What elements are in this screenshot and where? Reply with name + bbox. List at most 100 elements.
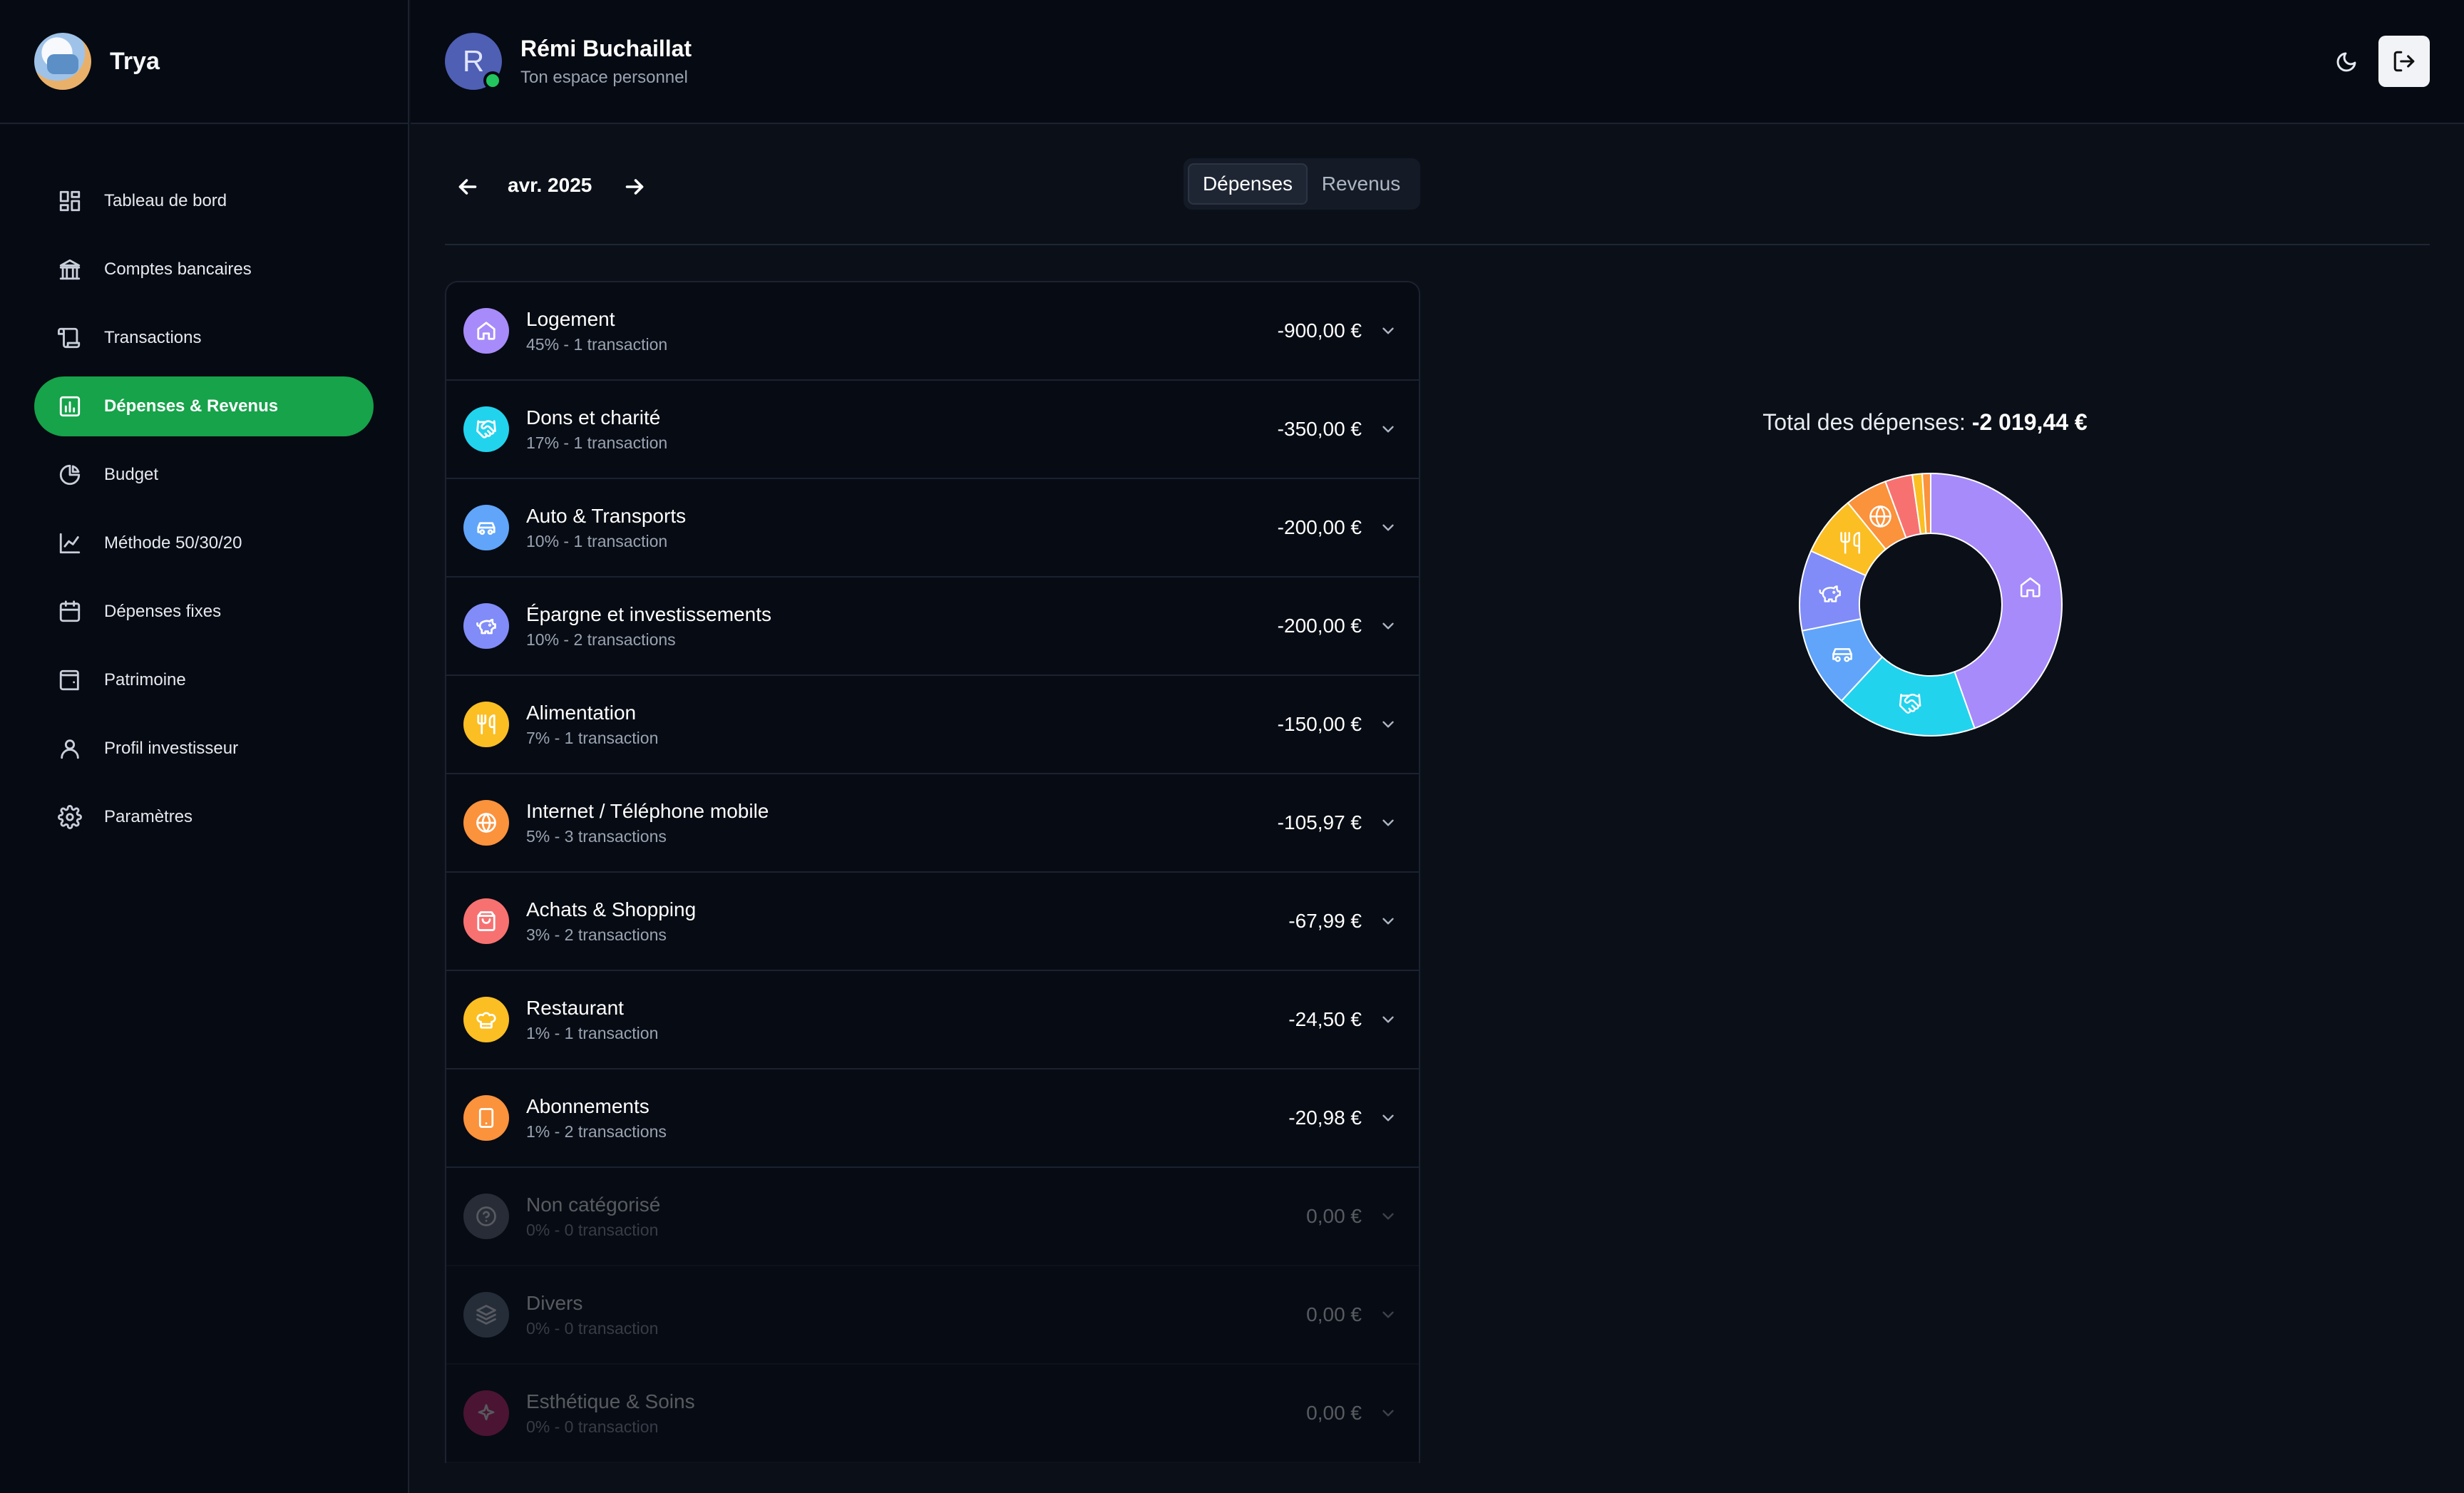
category-meta: 7% - 1 transaction [526, 728, 659, 747]
sparkles-icon [478, 1404, 495, 1421]
category-icon [463, 997, 509, 1042]
top-header: R Rémi Buchaillat Ton espace personnel [411, 0, 2464, 124]
chevron-down-icon [1382, 622, 1394, 630]
expand-chevron[interactable] [1377, 1107, 1399, 1129]
category-icon [463, 702, 509, 747]
expand-chevron[interactable] [1377, 1009, 1399, 1030]
sidebar-item-comptes-bancaires[interactable]: Comptes bancaires [34, 240, 374, 299]
sidebar-item-label: Dépenses & Revenus [104, 396, 279, 416]
category-text: Épargne et investissements 10% - 2 trans… [526, 603, 1278, 650]
sidebar-item-label: Méthode 50/30/20 [104, 533, 242, 553]
bar-chart-icon [57, 394, 83, 419]
category-row[interactable]: Alimentation 7% - 1 transaction -150,00 … [446, 676, 1419, 774]
sidebar-item-label: Profil investisseur [104, 739, 239, 758]
chevron-down-icon [1382, 327, 1394, 334]
category-amount: -900,00 € [1277, 319, 1362, 342]
moon-icon [2336, 52, 2356, 72]
chevron-down-icon [1382, 426, 1394, 433]
brand-name: Trya [110, 47, 160, 75]
sidebar-item-budget[interactable]: Budget [34, 445, 374, 505]
category-amount: 0,00 € [1306, 1205, 1362, 1227]
category-row[interactable]: Épargne et investissements 10% - 2 trans… [446, 578, 1419, 676]
category-row[interactable]: Esthétique & Soins 0% - 0 transaction 0,… [446, 1365, 1419, 1463]
total-label: Total des dépenses: [1762, 409, 1966, 435]
sidebar-item-parametres[interactable]: Paramètres [34, 787, 374, 847]
expand-chevron[interactable] [1377, 517, 1399, 538]
expand-chevron[interactable] [1377, 714, 1399, 735]
tab-expenses[interactable]: Dépenses [1188, 163, 1308, 205]
category-text: Esthétique & Soins 0% - 0 transaction [526, 1390, 1306, 1437]
total-value: -2 019,44 € [1971, 409, 2088, 435]
category-meta: 17% - 1 transaction [526, 433, 668, 452]
online-status-dot [483, 71, 502, 90]
category-meta: 10% - 2 transactions [526, 630, 676, 649]
arrow-left-icon [458, 179, 477, 195]
expand-chevron[interactable] [1377, 812, 1399, 833]
category-amount: 0,00 € [1306, 1402, 1362, 1424]
next-month-button[interactable] [619, 171, 650, 202]
sidebar-item-methode-50-30-20[interactable]: Méthode 50/30/20 [34, 513, 374, 573]
category-name: Logement [526, 307, 615, 330]
category-name: Achats & Shopping [526, 898, 697, 920]
category-row[interactable]: Logement 45% - 1 transaction -900,00 € [446, 282, 1419, 381]
category-row[interactable]: Auto & Transports 10% - 1 transaction -2… [446, 479, 1419, 578]
previous-month-button[interactable] [452, 171, 483, 202]
expand-chevron[interactable] [1377, 1206, 1399, 1227]
sidebar-item-patrimoine[interactable]: Patrimoine [34, 650, 374, 710]
expand-chevron[interactable] [1377, 320, 1399, 342]
category-row[interactable]: Achats & Shopping 3% - 2 transactions -6… [446, 873, 1419, 971]
current-month: avr. 2025 [508, 174, 592, 196]
category-amount: -350,00 € [1277, 418, 1362, 440]
category-meta: 5% - 3 transactions [526, 826, 667, 846]
logout-icon [2393, 51, 2415, 72]
layers-icon [476, 1305, 496, 1325]
user-subtitle: Ton espace personnel [520, 67, 688, 87]
category-row[interactable]: Abonnements 1% - 2 transactions -20,98 € [446, 1069, 1419, 1168]
wallet-icon [59, 669, 79, 691]
expand-chevron[interactable] [1377, 1304, 1399, 1325]
category-icon [463, 1292, 509, 1338]
category-row[interactable]: Internet / Téléphone mobile 5% - 3 trans… [446, 774, 1419, 873]
user-name: Rémi Buchaillat [520, 35, 692, 61]
chevron-down-icon [1382, 721, 1394, 728]
sidebar-item-tableau-de-bord[interactable]: Tableau de bord [34, 171, 374, 231]
category-meta: 10% - 1 transaction [526, 531, 668, 550]
category-meta: 0% - 0 transaction [526, 1220, 659, 1239]
expand-chevron[interactable] [1377, 1402, 1399, 1424]
category-list: Logement 45% - 1 transaction -900,00 € D… [445, 281, 1420, 1463]
chart-panel: Total des dépenses: -2 019,44 € [1420, 281, 2430, 780]
wallet-icon [57, 667, 83, 693]
avatar[interactable]: R [445, 33, 502, 90]
category-amount: -150,00 € [1277, 713, 1362, 735]
chevron-down-icon [1382, 1311, 1394, 1318]
period-toolbar: avr. 2025 Dépenses Revenus [445, 125, 2430, 245]
user-block: Rémi Buchaillat Ton espace personnel [520, 36, 692, 88]
chevron-down-icon [1382, 524, 1394, 531]
sidebar-item-label: Comptes bancaires [104, 260, 252, 279]
category-icon [463, 505, 509, 550]
category-name: Internet / Téléphone mobile [526, 799, 769, 822]
brand[interactable]: Trya [0, 0, 408, 124]
sidebar-item-depenses-revenus[interactable]: Dépenses & Revenus [34, 376, 374, 436]
sidebar-item-profil-investisseur[interactable]: Profil investisseur [34, 719, 374, 779]
category-row[interactable]: Restaurant 1% - 1 transaction -24,50 € [446, 971, 1419, 1069]
dashboard-icon [57, 188, 83, 214]
theme-toggle-button[interactable] [2329, 44, 2364, 80]
category-meta: 45% - 1 transaction [526, 334, 668, 354]
pie-chart-icon [57, 462, 83, 488]
category-row[interactable]: Non catégorisé 0% - 0 transaction 0,00 € [446, 1168, 1419, 1266]
sidebar-item-transactions[interactable]: Transactions [34, 308, 374, 368]
expand-chevron[interactable] [1377, 419, 1399, 440]
category-icon [463, 800, 509, 846]
user-icon [61, 739, 79, 759]
category-name: Dons et charité [526, 406, 661, 429]
expand-chevron[interactable] [1377, 615, 1399, 637]
expand-chevron[interactable] [1377, 910, 1399, 932]
category-name: Divers [526, 1291, 583, 1314]
category-row[interactable]: Dons et charité 17% - 1 transaction -350… [446, 381, 1419, 479]
category-text: Internet / Téléphone mobile 5% - 3 trans… [526, 800, 1278, 846]
logout-button[interactable] [2378, 36, 2430, 87]
tab-income[interactable]: Revenus [1308, 163, 1415, 205]
sidebar-item-depenses-fixes[interactable]: Dépenses fixes [34, 582, 374, 642]
category-row[interactable]: Divers 0% - 0 transaction 0,00 € [446, 1266, 1419, 1365]
